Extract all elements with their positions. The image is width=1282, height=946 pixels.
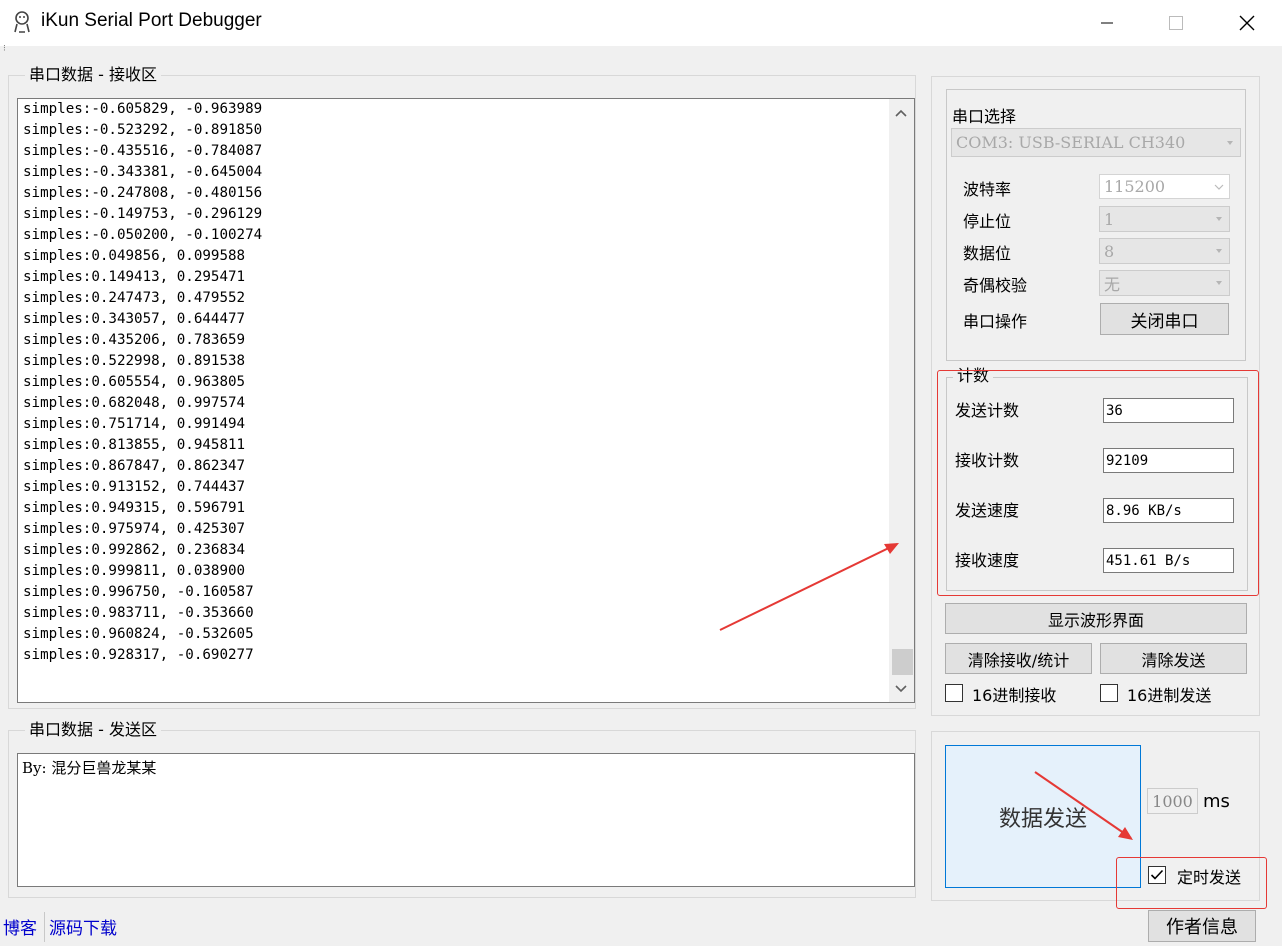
stop-bits-value: 1 <box>1104 209 1115 229</box>
port-select-value: COM3: USB-SERIAL CH340 <box>956 133 1186 152</box>
receive-line: simples:0.049856, 0.099588 <box>23 248 246 264</box>
chevron-down-icon <box>1216 249 1222 253</box>
receive-line: simples:0.522998, 0.891538 <box>23 353 246 369</box>
stop-bits-label: 停止位 <box>963 212 1012 231</box>
window-title: iKun Serial Port Debugger <box>41 10 262 31</box>
close-icon <box>1239 15 1255 31</box>
data-bits-label: 数据位 <box>963 244 1012 263</box>
interval-unit: ms <box>1203 791 1230 812</box>
annotation-arrow-icon <box>719 543 899 631</box>
receive-line: simples:0.975974, 0.425307 <box>23 521 246 537</box>
data-bits-select[interactable]: 8 <box>1099 238 1230 264</box>
chevron-down-icon <box>1216 217 1222 221</box>
receive-line: simples:0.949315, 0.596791 <box>23 500 246 516</box>
receive-lines: simples:-0.605829, -0.963989 simples:-0.5… <box>23 99 262 666</box>
receive-line: simples:0.605554, 0.963805 <box>23 374 246 390</box>
blog-link[interactable]: 博客 <box>3 914 37 939</box>
send-legend: 串口数据 - 发送区 <box>25 721 161 739</box>
maximize-icon <box>1169 16 1183 30</box>
toolbar-grip: ⁝ <box>3 44 6 54</box>
data-bits-value: 8 <box>1104 241 1115 261</box>
receive-line: simples:0.996750, -0.160587 <box>23 584 254 600</box>
receive-line: simples:-0.050200, -0.100274 <box>23 227 263 243</box>
receive-line: simples:0.867847, 0.862347 <box>23 458 246 474</box>
annotation-arrow-icon <box>1034 771 1133 840</box>
receive-line: simples:0.149413, 0.295471 <box>23 269 246 285</box>
source-download-link[interactable]: 源码下载 <box>49 914 117 939</box>
parity-label: 奇偶校验 <box>963 276 1028 295</box>
receive-line: simples:0.992862, 0.236834 <box>23 542 246 558</box>
footer-divider <box>44 912 45 942</box>
chevron-down-icon <box>1216 281 1222 285</box>
close-port-button[interactable]: 关闭串口 <box>1100 303 1229 335</box>
port-select[interactable]: COM3: USB-SERIAL CH340 <box>951 128 1241 157</box>
receive-line: simples:0.247473, 0.479552 <box>23 290 246 306</box>
receive-line: simples:-0.247808, -0.480156 <box>23 185 263 201</box>
close-button[interactable] <box>1212 0 1282 46</box>
receive-line: simples:0.751714, 0.991494 <box>23 416 246 432</box>
annotation-arrows <box>719 543 1133 840</box>
receive-line: simples:0.435206, 0.783659 <box>23 332 246 348</box>
title-bar: iKun Serial Port Debugger <box>0 0 1282 46</box>
receive-line: simples:0.928317, -0.690277 <box>23 647 254 663</box>
receive-line: simples:-0.605829, -0.963989 <box>23 101 263 117</box>
timed-send-annotation-box <box>1116 857 1267 909</box>
maximize-button[interactable] <box>1141 0 1211 46</box>
chevron-down-icon <box>1214 184 1224 190</box>
receive-line: simples:-0.435516, -0.784087 <box>23 143 263 159</box>
receive-line: simples:0.960824, -0.532605 <box>23 626 254 642</box>
receive-line: simples:-0.149753, -0.296129 <box>23 206 263 222</box>
parity-value: 无 <box>1104 275 1121 294</box>
port-legend: 串口选择 <box>952 107 1017 126</box>
receive-line: simples:-0.523292, -0.891850 <box>23 122 263 138</box>
receive-line: simples:0.343057, 0.644477 <box>23 311 246 327</box>
chevron-down-icon <box>1227 140 1233 145</box>
receive-line: simples:0.913152, 0.744437 <box>23 479 246 495</box>
parity-select[interactable]: 无 <box>1099 270 1230 296</box>
baud-value: 115200 <box>1104 177 1166 196</box>
send-text: By: 混分巨兽龙某某 <box>22 759 157 777</box>
author-info-button[interactable]: 作者信息 <box>1148 910 1256 942</box>
baud-select[interactable]: 115200 <box>1099 174 1230 199</box>
receive-line: simples:0.983711, -0.353660 <box>23 605 254 621</box>
receive-line: simples:0.813855, 0.945811 <box>23 437 246 453</box>
port-op-label: 串口操作 <box>963 312 1028 331</box>
receive-line: simples:0.682048, 0.997574 <box>23 395 246 411</box>
minimize-icon <box>1101 22 1113 24</box>
minimize-button[interactable] <box>1072 0 1142 46</box>
stop-bits-select[interactable]: 1 <box>1099 206 1230 232</box>
receive-line: simples:0.999811, 0.038900 <box>23 563 246 579</box>
baud-label: 波特率 <box>963 180 1012 199</box>
receive-legend: 串口数据 - 接收区 <box>25 66 161 84</box>
receive-line: simples:-0.343381, -0.645004 <box>23 164 263 180</box>
app-logo-icon <box>14 11 30 33</box>
scroll-up-icon[interactable] <box>893 105 909 121</box>
